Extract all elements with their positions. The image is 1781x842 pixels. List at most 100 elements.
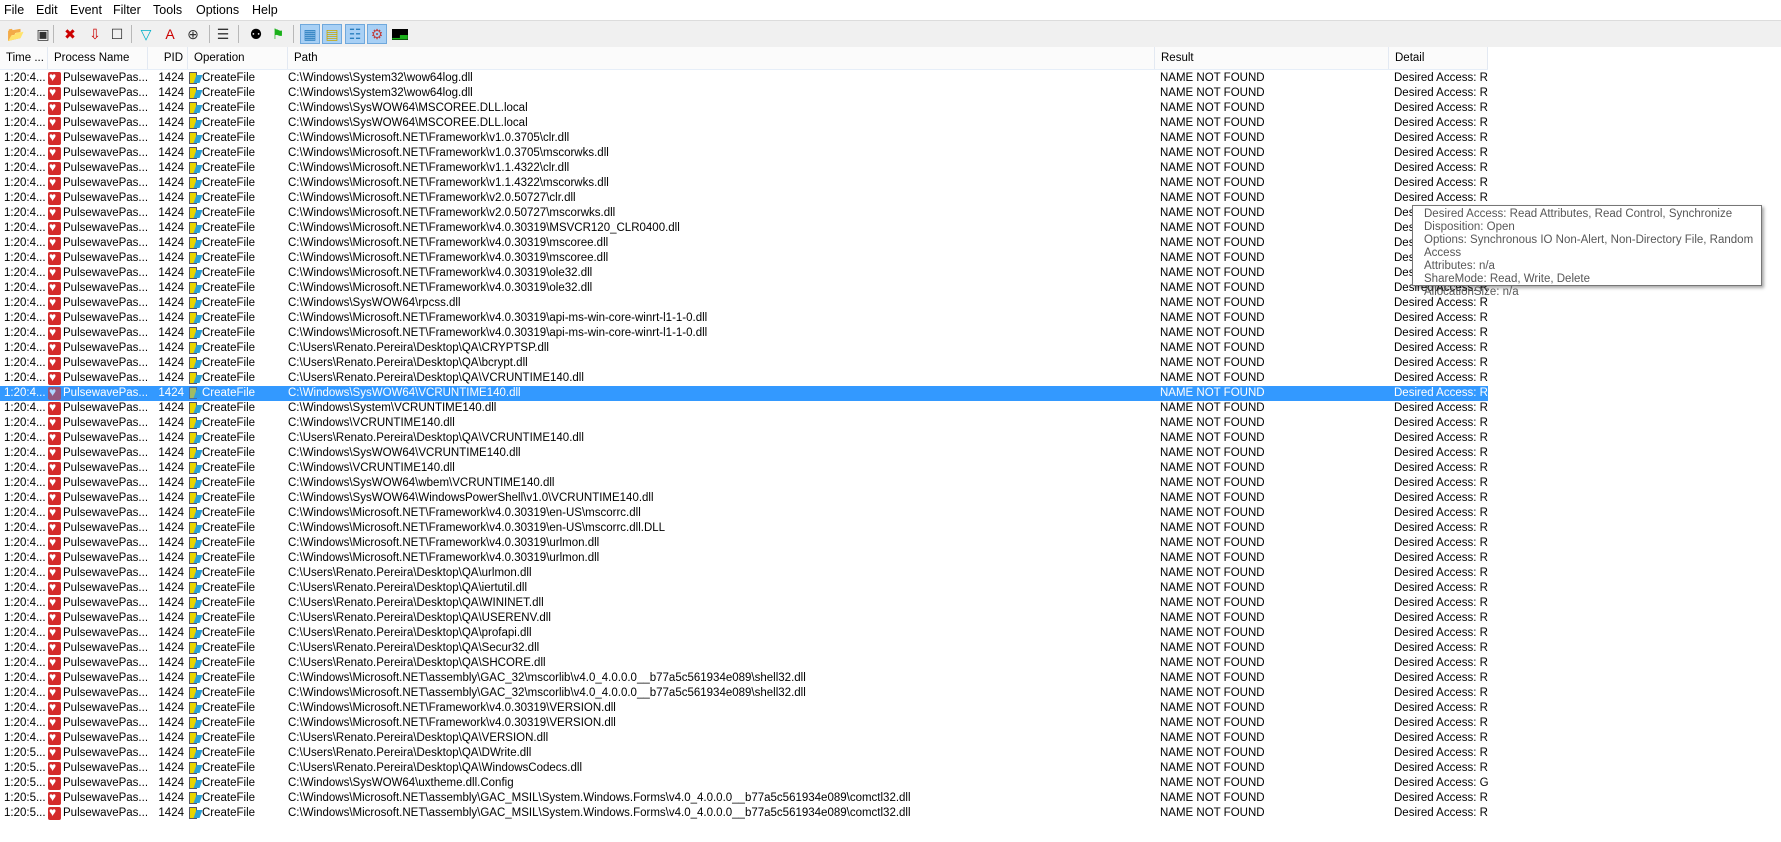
process-name-cell: PulsewavePas....: [63, 237, 147, 249]
process-heart-icon: [48, 595, 61, 610]
save-button[interactable]: ▣: [33, 24, 53, 44]
profiling-activity-button[interactable]: ▁▃: [390, 24, 410, 44]
autoscroll-button[interactable]: ⇩: [85, 24, 105, 44]
column-detail[interactable]: Detail: [1389, 47, 1488, 69]
table-row[interactable]: 1:20:4... PulsewavePas.... 1424 CreateFile C…: [0, 550, 1488, 566]
pid-cell: 1424: [158, 792, 184, 804]
menu-event[interactable]: Event: [70, 3, 102, 17]
table-row[interactable]: 1:20:4... PulsewavePas.... 1424 CreateFile C…: [0, 265, 1488, 281]
table-row[interactable]: 1:20:4... PulsewavePas.... 1424 CreateFile C…: [0, 160, 1488, 176]
path-cell: C:\Users\Renato.Pereira\Desktop\QA\WININ…: [288, 597, 544, 609]
capture-off-button[interactable]: ✖: [60, 24, 80, 44]
column-path[interactable]: Path: [288, 47, 1155, 69]
table-row[interactable]: 1:20:4... PulsewavePas.... 1424 CreateFile C…: [0, 100, 1488, 116]
path-cell: C:\Windows\Microsoft.NET\Framework\v4.0.…: [288, 552, 600, 564]
pid-cell: 1424: [158, 237, 184, 249]
time-cell: 1:20:4...: [4, 267, 46, 279]
process-heart-icon: [48, 580, 61, 595]
table-row[interactable]: 1:20:4... PulsewavePas.... 1424 CreateFile C…: [0, 280, 1488, 296]
table-row[interactable]: 1:20:4... PulsewavePas.... 1424 CreateFile C…: [0, 415, 1488, 431]
table-row[interactable]: 1:20:4... PulsewavePas.... 1424 CreateFile C…: [0, 430, 1488, 446]
table-row[interactable]: 1:20:4... PulsewavePas.... 1424 CreateFile C…: [0, 220, 1488, 236]
jump-icon: ⚑: [271, 25, 285, 42]
target-button[interactable]: ⊕: [183, 24, 203, 44]
network-activity-button[interactable]: ☷: [345, 24, 365, 44]
table-row[interactable]: 1:20:4... PulsewavePas.... 1424 CreateFile C…: [0, 250, 1488, 266]
table-row[interactable]: 1:20:4... PulsewavePas.... 1424 CreateFile C…: [0, 325, 1488, 341]
result-cell: NAME NOT FOUND: [1160, 387, 1265, 399]
table-row[interactable]: 1:20:4... PulsewavePas.... 1424 CreateFile C…: [0, 190, 1488, 206]
process-activity-button[interactable]: ⚙: [367, 24, 387, 44]
table-row[interactable]: 1:20:4... PulsewavePas.... 1424 CreateFile C…: [0, 625, 1488, 641]
time-cell: 1:20:4...: [4, 582, 46, 594]
pid-cell: 1424: [158, 537, 184, 549]
registry-activity-button[interactable]: ▦: [300, 24, 320, 44]
table-row[interactable]: 1:20:4... PulsewavePas.... 1424 CreateFile C…: [0, 610, 1488, 626]
table-row[interactable]: 1:20:4... PulsewavePas.... 1424 CreateFile C…: [0, 340, 1488, 356]
table-row[interactable]: 1:20:5... PulsewavePas.... 1424 CreateFile C…: [0, 760, 1488, 776]
filesystem-operation-icon: [189, 282, 197, 294]
table-row[interactable]: 1:20:4... PulsewavePas.... 1424 CreateFile C…: [0, 445, 1488, 461]
table-row[interactable]: 1:20:4... PulsewavePas.... 1424 CreateFile C…: [0, 640, 1488, 656]
table-row[interactable]: 1:20:4... PulsewavePas.... 1424 CreateFile C…: [0, 505, 1488, 521]
operation-cell: CreateFile: [202, 687, 256, 699]
process-name-cell: PulsewavePas....: [63, 177, 147, 189]
table-row[interactable]: 1:20:4... PulsewavePas.... 1424 CreateFile C…: [0, 490, 1488, 506]
table-row[interactable]: 1:20:4... PulsewavePas.... 1424 CreateFile C…: [0, 175, 1488, 191]
highlight-button[interactable]: A: [160, 24, 180, 44]
table-row[interactable]: 1:20:4... PulsewavePas.... 1424 CreateFile C…: [0, 460, 1488, 476]
menu-tools[interactable]: Tools: [153, 3, 182, 17]
table-row[interactable]: 1:20:4... PulsewavePas.... 1424 CreateFile C…: [0, 235, 1488, 251]
table-row[interactable]: 1:20:4... PulsewavePas.... 1424 CreateFile C…: [0, 595, 1488, 611]
table-row[interactable]: 1:20:4... PulsewavePas.... 1424 CreateFile C…: [0, 205, 1488, 221]
detail-cell: Desired Access: R...: [1394, 312, 1488, 324]
table-row[interactable]: 1:20:4... PulsewavePas.... 1424 CreateFile C…: [0, 685, 1488, 701]
find-button[interactable]: ⚉: [246, 24, 266, 44]
menu-options[interactable]: Options: [196, 3, 239, 17]
table-row[interactable]: 1:20:4... PulsewavePas.... 1424 CreateFile C…: [0, 70, 1488, 86]
table-row[interactable]: 1:20:4... PulsewavePas.... 1424 CreateFile C…: [0, 85, 1488, 101]
process-name-cell: PulsewavePas....: [63, 552, 147, 564]
menu-file[interactable]: File: [4, 3, 24, 17]
menu-help[interactable]: Help: [252, 3, 278, 17]
column-result[interactable]: Result: [1155, 47, 1389, 69]
time-cell: 1:20:4...: [4, 177, 46, 189]
column-operation[interactable]: Operation: [188, 47, 288, 69]
table-row[interactable]: 1:20:4... PulsewavePas.... 1424 CreateFile C…: [0, 580, 1488, 596]
table-row[interactable]: 1:20:4... PulsewavePas.... 1424 CreateFile C…: [0, 520, 1488, 536]
table-row[interactable]: 1:20:4... PulsewavePas.... 1424 CreateFile C…: [0, 565, 1488, 581]
table-row[interactable]: 1:20:4... PulsewavePas.... 1424 CreateFile C…: [0, 370, 1488, 386]
table-row[interactable]: 1:20:4... PulsewavePas.... 1424 CreateFile C…: [0, 295, 1488, 311]
result-cell: NAME NOT FOUND: [1160, 177, 1265, 189]
table-row[interactable]: 1:20:4... PulsewavePas.... 1424 CreateFile C…: [0, 355, 1488, 371]
menu-edit[interactable]: Edit: [36, 3, 58, 17]
column-pid[interactable]: PID: [148, 47, 188, 69]
table-row[interactable]: 1:20:4... PulsewavePas.... 1424 CreateFile C…: [0, 145, 1488, 161]
table-row[interactable]: 1:20:5... PulsewavePas.... 1424 CreateFile C…: [0, 745, 1488, 761]
table-row[interactable]: 1:20:4... PulsewavePas.... 1424 CreateFile C…: [0, 385, 1488, 401]
table-row[interactable]: 1:20:4... PulsewavePas.... 1424 CreateFile C…: [0, 475, 1488, 491]
table-row[interactable]: 1:20:4... PulsewavePas.... 1424 CreateFile C…: [0, 535, 1488, 551]
table-row[interactable]: 1:20:5... PulsewavePas.... 1424 CreateFile C…: [0, 775, 1488, 791]
column-time[interactable]: Time ...: [0, 47, 48, 69]
process-heart-icon: [48, 745, 61, 760]
jump-button[interactable]: ⚑: [268, 24, 288, 44]
table-row[interactable]: 1:20:4... PulsewavePas.... 1424 CreateFile C…: [0, 655, 1488, 671]
table-row[interactable]: 1:20:4... PulsewavePas.... 1424 CreateFile C…: [0, 130, 1488, 146]
table-row[interactable]: 1:20:4... PulsewavePas.... 1424 CreateFile C…: [0, 700, 1488, 716]
clear-button[interactable]: ☐: [107, 24, 127, 44]
table-row[interactable]: 1:20:4... PulsewavePas.... 1424 CreateFile C…: [0, 310, 1488, 326]
table-row[interactable]: 1:20:4... PulsewavePas.... 1424 CreateFile C…: [0, 730, 1488, 746]
menu-filter[interactable]: Filter: [113, 3, 141, 17]
filesystem-activity-button[interactable]: ▤: [322, 24, 342, 44]
process-tree-button[interactable]: ☰: [213, 24, 233, 44]
table-row[interactable]: 1:20:5... PulsewavePas.... 1424 CreateFile C…: [0, 805, 1488, 821]
column-process-name[interactable]: Process Name: [48, 47, 148, 69]
filter-button[interactable]: ▽: [136, 24, 156, 44]
table-row[interactable]: 1:20:4... PulsewavePas.... 1424 CreateFile C…: [0, 400, 1488, 416]
table-row[interactable]: 1:20:4... PulsewavePas.... 1424 CreateFile C…: [0, 115, 1488, 131]
table-row[interactable]: 1:20:4... PulsewavePas.... 1424 CreateFile C…: [0, 715, 1488, 731]
table-row[interactable]: 1:20:4... PulsewavePas.... 1424 CreateFile C…: [0, 670, 1488, 686]
table-row[interactable]: 1:20:5... PulsewavePas.... 1424 CreateFile C…: [0, 790, 1488, 806]
open-button[interactable]: 📂: [6, 24, 26, 44]
